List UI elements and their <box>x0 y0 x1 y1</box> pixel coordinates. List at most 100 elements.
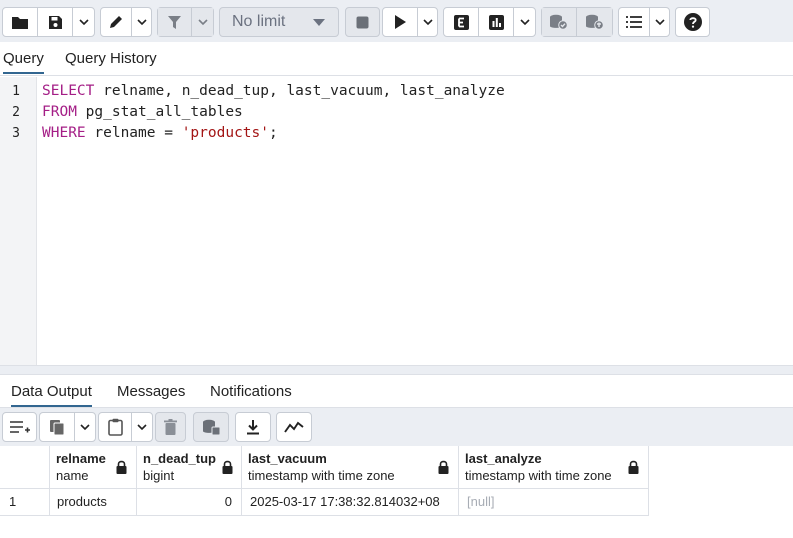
delete-row-button[interactable] <box>155 412 186 442</box>
sql-text: relname = <box>85 125 182 141</box>
help-icon <box>683 13 702 31</box>
save-options-dropdown[interactable] <box>73 8 94 36</box>
transaction-button-group <box>541 7 613 37</box>
explain-options-dropdown[interactable] <box>514 8 535 36</box>
query-toolbar: No limit <box>0 0 793 42</box>
macros-button[interactable] <box>619 8 650 36</box>
download-button[interactable] <box>235 412 271 442</box>
column-header-last-vacuum[interactable]: last_vacuum timestamp with time zone <box>242 446 459 489</box>
line-number: 1 <box>12 84 20 99</box>
filter-button[interactable] <box>158 8 192 36</box>
explain-icon <box>453 14 469 30</box>
graph-visualiser-button[interactable] <box>276 412 312 442</box>
rollback-icon <box>585 14 604 30</box>
column-type: bigint <box>143 468 175 483</box>
filter-icon <box>168 15 181 29</box>
lock-icon <box>438 460 449 474</box>
play-icon <box>395 15 406 29</box>
line-number-gutter: 1 2 3 <box>0 77 37 365</box>
panel-splitter[interactable] <box>0 365 793 375</box>
commit-icon <box>550 14 568 30</box>
row-number-header <box>0 446 50 489</box>
clipboard-icon <box>107 418 123 436</box>
save-data-icon <box>202 419 220 435</box>
table-cell[interactable]: 2025-03-17 17:38:32.814032+08 <box>242 489 459 516</box>
code-line: SELECT relname, n_dead_tup, last_vacuum,… <box>42 83 505 99</box>
copy-button-group <box>39 412 96 442</box>
commit-button[interactable] <box>542 8 577 36</box>
column-type: timestamp with time zone <box>465 468 612 483</box>
rollback-button[interactable] <box>577 8 612 36</box>
table-cell[interactable]: 0 <box>137 489 242 516</box>
filter-button-group <box>157 7 214 37</box>
sql-keyword: FROM <box>42 104 77 120</box>
chevron-down-icon <box>654 19 665 26</box>
tab-query-history[interactable]: Query History <box>65 50 157 67</box>
add-row-button[interactable] <box>2 412 37 442</box>
execute-options-dropdown[interactable] <box>418 8 437 36</box>
sql-editor[interactable]: 1 2 3 SELECT relname, n_dead_tup, last_v… <box>0 77 793 365</box>
explain-button-group <box>443 7 536 37</box>
sql-keyword: SELECT <box>42 83 95 99</box>
tab-messages[interactable]: Messages <box>117 383 185 400</box>
filter-options-dropdown[interactable] <box>192 8 213 36</box>
tab-data-output[interactable]: Data Output <box>11 383 92 407</box>
row-limit-select[interactable]: No limit <box>219 7 339 37</box>
stop-query-button[interactable] <box>345 7 380 37</box>
query-tabs: Query Query History <box>0 42 793 76</box>
table-cell[interactable]: products <box>50 489 137 516</box>
save-data-changes-button[interactable] <box>193 412 229 442</box>
column-header-n-dead-tup[interactable]: n_dead_tup bigint <box>137 446 242 489</box>
code-line: WHERE relname = 'products'; <box>42 125 278 141</box>
execute-button-group <box>382 7 438 37</box>
edit-button[interactable] <box>101 8 132 36</box>
chevron-down-icon <box>78 19 89 26</box>
tab-notifications[interactable]: Notifications <box>210 383 292 400</box>
sql-string: 'products' <box>181 125 269 141</box>
macros-icon <box>626 16 642 28</box>
paste-button[interactable] <box>99 413 132 441</box>
explain-analyze-icon <box>488 14 504 30</box>
chevron-down-icon <box>137 424 147 431</box>
edit-options-dropdown[interactable] <box>132 8 151 36</box>
chevron-down-icon <box>422 19 433 26</box>
copy-options-dropdown[interactable] <box>75 413 95 441</box>
line-number: 2 <box>12 105 20 120</box>
line-number: 3 <box>12 126 20 141</box>
stop-icon <box>356 16 369 28</box>
chevron-down-icon <box>136 19 147 26</box>
open-file-button[interactable] <box>3 8 38 36</box>
paste-button-group <box>98 412 153 442</box>
result-grid: relname name n_dead_tup bigint last_vacu… <box>0 446 793 538</box>
edit-button-group <box>100 7 152 37</box>
column-name: last_analyze <box>465 451 542 466</box>
column-header-last-analyze[interactable]: last_analyze timestamp with time zone <box>459 446 649 489</box>
paste-options-dropdown[interactable] <box>132 413 152 441</box>
tab-query[interactable]: Query <box>3 50 44 74</box>
add-row-icon <box>9 421 30 433</box>
lock-icon <box>222 460 233 474</box>
help-button[interactable] <box>675 7 710 37</box>
row-limit-value: No limit <box>232 13 286 30</box>
code-line: FROM pg_stat_all_tables <box>42 104 243 120</box>
table-cell-null[interactable]: [null] <box>459 489 649 516</box>
folder-icon <box>12 16 28 29</box>
explain-button[interactable] <box>444 8 479 36</box>
copy-button[interactable] <box>40 413 75 441</box>
column-header-relname[interactable]: relname name <box>50 446 137 489</box>
chevron-down-icon <box>519 19 530 26</box>
column-type: name <box>56 468 89 483</box>
sql-text: ; <box>269 125 278 141</box>
file-button-group <box>2 7 95 37</box>
column-name: n_dead_tup <box>143 451 216 466</box>
macros-options-dropdown[interactable] <box>650 8 669 36</box>
row-number[interactable]: 1 <box>0 489 50 516</box>
output-toolbar <box>0 408 793 446</box>
macros-button-group <box>618 7 670 37</box>
save-file-button[interactable] <box>38 8 73 36</box>
pencil-icon <box>110 16 122 28</box>
column-name: last_vacuum <box>248 451 327 466</box>
lock-icon <box>116 460 127 474</box>
explain-analyze-button[interactable] <box>479 8 514 36</box>
execute-button[interactable] <box>383 8 418 36</box>
